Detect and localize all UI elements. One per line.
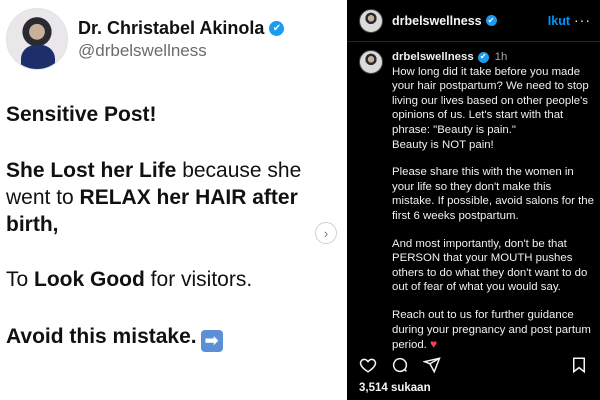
comment-icon[interactable] xyxy=(391,356,409,374)
sensitive-heading: Sensitive Post! xyxy=(6,103,157,126)
main-statement: She Lost her Life because she went to RE… xyxy=(6,158,346,239)
look-bold: Look Good xyxy=(34,268,145,291)
avoid-text: Avoid this mistake. xyxy=(6,325,197,348)
verified-icon: ✔ xyxy=(269,20,285,36)
action-bar xyxy=(359,356,441,374)
caption-paragraph-2: Please share this with the women in your… xyxy=(392,166,594,222)
follow-button[interactable]: Ikut xyxy=(548,14,570,28)
profile-handle: @drbelswellness xyxy=(78,40,207,60)
avatar[interactable] xyxy=(359,8,383,33)
look-good-statement: To Look Good for visitors. xyxy=(6,267,346,294)
post-image: Dr. Christabel Akinola ✔ @drbelswellness… xyxy=(0,0,347,400)
avatar[interactable] xyxy=(359,50,383,74)
verified-icon: ✔ xyxy=(485,15,497,26)
look-text-1: To xyxy=(6,268,35,291)
heart-emoji-icon: ♥ xyxy=(430,337,438,352)
post-header: drbelswellness ✔ Ikut xyxy=(347,0,600,42)
image-profile-header: Dr. Christabel Akinola ✔ @drbelswellness xyxy=(6,8,285,70)
header-username[interactable]: drbelswellness xyxy=(392,14,482,28)
caption-time[interactable]: 1h xyxy=(495,50,508,65)
caption-paragraph-3: And most importantly, don't be that PERS… xyxy=(392,237,588,294)
avatar xyxy=(6,8,68,70)
heart-icon[interactable] xyxy=(359,356,377,374)
arrow-right-icon: ➡ xyxy=(200,329,223,352)
caption-head: drbelswellness ✔ 1h xyxy=(392,50,595,65)
verified-icon: ✔ xyxy=(477,51,489,63)
caption-paragraph-4: Reach out to us for further guidance dur… xyxy=(392,308,591,352)
caption-body: drbelswellness ✔ 1h How long did it take… xyxy=(392,50,595,366)
look-text-3: for visitors. xyxy=(144,268,253,291)
caption-paragraph-4-wrap: Reach out to us for further guidance dur… xyxy=(392,308,595,353)
caption-comment: drbelswellness ✔ 1h How long did it take… xyxy=(359,50,595,366)
main-bold-1: She Lost her Life xyxy=(6,159,177,182)
profile-name-row: Dr. Christabel Akinola ✔ xyxy=(78,17,285,39)
more-icon[interactable]: ··· xyxy=(574,12,591,28)
bookmark-icon[interactable] xyxy=(570,356,588,374)
profile-text: Dr. Christabel Akinola ✔ @drbelswellness xyxy=(78,17,285,61)
comments-panel: drbelswellness ✔ Ikut ··· drbelswellness… xyxy=(347,0,600,400)
share-icon[interactable] xyxy=(423,356,441,374)
avoid-statement: Avoid this mistake. ➡ xyxy=(6,324,346,352)
chevron-right-icon[interactable]: › xyxy=(315,222,337,244)
profile-name: Dr. Christabel Akinola xyxy=(78,17,265,38)
likes-count[interactable]: 3,514 sukaan xyxy=(359,382,431,394)
caption-username[interactable]: drbelswellness xyxy=(392,50,474,65)
caption-paragraph-1: How long did it take before you made you… xyxy=(392,65,589,151)
